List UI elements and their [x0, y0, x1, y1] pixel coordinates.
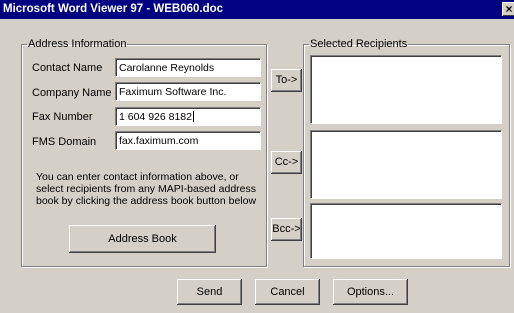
cc-button[interactable]: Cc->	[271, 151, 302, 174]
fax-number-label: Fax Number	[32, 111, 93, 123]
bcc-button[interactable]: Bcc->	[271, 218, 302, 241]
fms-domain-field[interactable]: fax.faximum.com	[115, 131, 261, 150]
fax-number-value: 1 604 926 8182	[119, 111, 192, 123]
bcc-recipients-list[interactable]	[310, 203, 502, 259]
cc-recipients-list[interactable]	[310, 130, 502, 199]
selected-recipients-label: Selected Recipients	[310, 38, 408, 50]
address-book-button[interactable]: Address Book	[69, 225, 216, 253]
contact-name-label: Contact Name	[32, 62, 103, 74]
close-icon[interactable]: ×	[502, 2, 514, 16]
address-information-label: Address Information	[28, 38, 127, 50]
text-caret	[193, 111, 194, 122]
to-button[interactable]: To->	[271, 69, 302, 92]
fms-domain-value: fax.faximum.com	[119, 135, 199, 147]
options-button[interactable]: Options...	[333, 279, 408, 305]
address-info-text: You can enter contact information above,…	[36, 171, 257, 207]
fms-domain-label: FMS Domain	[32, 136, 97, 148]
send-button[interactable]: Send	[177, 279, 242, 305]
contact-name-field[interactable]: Carolanne Reynolds	[115, 58, 261, 77]
contact-name-value: Carolanne Reynolds	[119, 62, 215, 74]
company-name-field[interactable]: Faximum Software Inc.	[115, 82, 261, 101]
cancel-button[interactable]: Cancel	[255, 279, 320, 305]
to-recipients-list[interactable]	[310, 55, 502, 124]
title-bar[interactable]: Microsoft Word Viewer 97 - WEB060.doc	[0, 0, 514, 19]
window-title: Microsoft Word Viewer 97 - WEB060.doc	[3, 3, 224, 15]
company-name-label: Company Name	[32, 87, 112, 99]
company-name-value: Faximum Software Inc.	[119, 86, 227, 98]
fax-number-field[interactable]: 1 604 926 8182	[115, 107, 261, 126]
